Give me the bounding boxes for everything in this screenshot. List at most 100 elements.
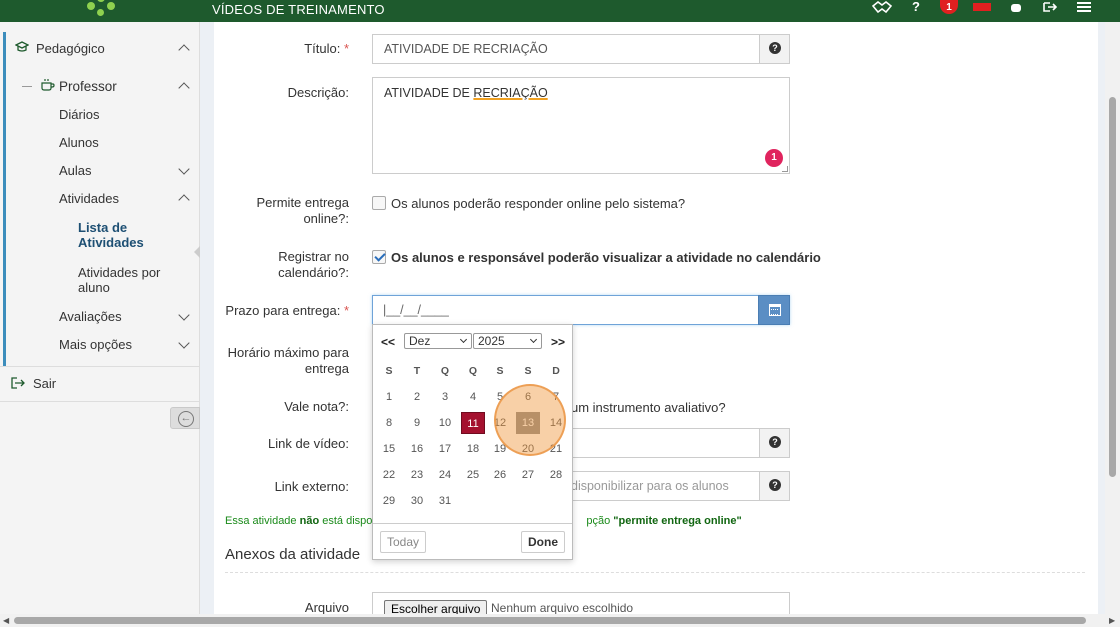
today-button[interactable]: Today bbox=[380, 531, 427, 553]
calendar-day[interactable]: 28 bbox=[544, 464, 568, 486]
month-select[interactable]: Dez bbox=[404, 333, 472, 349]
calendar-day[interactable]: 2 bbox=[405, 386, 429, 408]
chevron-down-icon bbox=[459, 335, 468, 344]
sidebar-item-lista-atividades[interactable]: Lista de Atividades bbox=[78, 220, 168, 250]
calendar-day[interactable]: 29 bbox=[377, 490, 401, 512]
question-circle-icon: ? bbox=[769, 436, 781, 448]
calendar-button[interactable] bbox=[758, 295, 790, 325]
calendar-day[interactable]: 18 bbox=[461, 438, 485, 460]
titulo-input[interactable]: ATIVIDADE DE RECRIAÇÃO ? bbox=[372, 34, 790, 64]
scroll-right-icon[interactable]: ▶ bbox=[1109, 616, 1115, 625]
entrega-online-label: Permite entrega online?: bbox=[256, 195, 350, 226]
calendario-checkbox[interactable] bbox=[372, 250, 386, 264]
entrega-online-text: Os alunos poderão responder online pelo … bbox=[391, 196, 686, 211]
prazo-label: Prazo para entrega: * bbox=[225, 303, 349, 318]
resize-grip-icon[interactable] bbox=[782, 166, 788, 172]
calendar-day[interactable]: 24 bbox=[433, 464, 457, 486]
top-bar: VÍDEOS DE TREINAMENTO ? 1 bbox=[0, 0, 1120, 22]
section-divider bbox=[225, 572, 1085, 573]
app-logo-icon[interactable] bbox=[84, 0, 118, 20]
weekday-header: Q bbox=[468, 365, 478, 377]
chevron-down-icon[interactable] bbox=[178, 337, 190, 349]
active-caret-icon bbox=[194, 246, 200, 258]
sidebar-item-atividades-por-aluno[interactable]: Atividades por aluno bbox=[78, 265, 178, 295]
chevron-down-icon bbox=[529, 335, 538, 344]
calendar-day[interactable]: 26 bbox=[488, 464, 512, 486]
notification-badge[interactable]: 1 bbox=[940, 0, 958, 14]
sidebar-item-mais-opcoes[interactable]: Mais opções bbox=[59, 337, 132, 352]
video-label: Link de vídeo: bbox=[268, 436, 349, 451]
video-help-button[interactable]: ? bbox=[759, 428, 790, 458]
sidebar-item-atividades[interactable]: Atividades bbox=[59, 191, 119, 206]
calendar-day[interactable]: 4 bbox=[461, 386, 485, 408]
calendar-day[interactable]: 22 bbox=[377, 464, 401, 486]
question-icon[interactable]: ? bbox=[906, 0, 926, 14]
calendario-text: Os alunos e responsável poderão visualiz… bbox=[391, 250, 821, 265]
weekday-header: S bbox=[385, 365, 393, 377]
calendar-day[interactable]: 30 bbox=[405, 490, 429, 512]
question-circle-icon: ? bbox=[769, 479, 781, 491]
calendar-day[interactable]: 23 bbox=[405, 464, 429, 486]
page-title[interactable]: VÍDEOS DE TREINAMENTO bbox=[212, 2, 385, 17]
calendario-label: Registrar no calendário?: bbox=[278, 249, 349, 280]
titulo-label: Título: * bbox=[304, 41, 349, 56]
sidebar: Pedagógico Professor Diários Alunos Aula… bbox=[0, 22, 200, 627]
chevron-down-icon[interactable] bbox=[178, 309, 190, 321]
descricao-label: Descrição: bbox=[287, 85, 349, 100]
anexos-title: Anexos da atividade bbox=[225, 546, 361, 563]
descricao-textarea[interactable]: ATIVIDADE DE RECRIAÇÃO 1 bbox=[372, 77, 790, 174]
titulo-help-button[interactable]: ? bbox=[759, 34, 790, 64]
calendar-day[interactable]: 31 bbox=[433, 490, 457, 512]
datepicker-next-button[interactable]: >> bbox=[551, 335, 565, 349]
chevron-down-icon[interactable] bbox=[178, 163, 190, 175]
sidebar-item-professor[interactable]: Professor bbox=[59, 79, 117, 94]
sidebar-item-alunos[interactable]: Alunos bbox=[59, 135, 99, 150]
calendar-day[interactable]: 3 bbox=[433, 386, 457, 408]
calendar-day[interactable]: 1 bbox=[377, 386, 401, 408]
file-status: Nenhum arquivo escolhido bbox=[491, 601, 634, 615]
arrow-left-icon: ← bbox=[178, 411, 194, 427]
sidebar-item-pedagogico[interactable]: Pedagógico bbox=[36, 41, 105, 56]
chevron-up-icon[interactable] bbox=[178, 44, 190, 56]
calendar-day[interactable]: 27 bbox=[516, 464, 540, 486]
sidebar-item-avaliacoes[interactable]: Avaliações bbox=[59, 309, 122, 324]
weekday-header: Q bbox=[440, 365, 450, 377]
chevron-up-icon[interactable] bbox=[178, 194, 190, 206]
weekday-header: S bbox=[496, 365, 504, 377]
calendar-day[interactable]: 11 bbox=[461, 412, 485, 434]
user-icon[interactable] bbox=[1006, 0, 1026, 14]
horario-label: Horário máximo para entrega bbox=[227, 345, 349, 376]
horizontal-scroll-thumb[interactable] bbox=[14, 617, 1086, 624]
logout-icon bbox=[11, 377, 25, 392]
prazo-date-input[interactable]: |__/__/____ bbox=[372, 295, 790, 325]
vertical-scroll-thumb[interactable] bbox=[1109, 97, 1116, 477]
calendar-day[interactable]: 10 bbox=[433, 412, 457, 434]
chevron-up-icon[interactable] bbox=[178, 82, 190, 94]
calendar-day[interactable]: 8 bbox=[377, 412, 401, 434]
externo-help-button[interactable]: ? bbox=[759, 471, 790, 501]
handshake-icon[interactable] bbox=[872, 0, 892, 14]
sidebar-item-sair[interactable]: Sair bbox=[33, 376, 56, 391]
calendar-day[interactable]: 9 bbox=[405, 412, 429, 434]
sidebar-divider bbox=[0, 366, 200, 367]
externo-label: Link externo: bbox=[274, 479, 349, 494]
horizontal-scrollbar[interactable]: ◀ ▶ bbox=[0, 614, 1120, 627]
mail-icon[interactable] bbox=[972, 0, 992, 14]
menu-icon[interactable] bbox=[1074, 0, 1094, 14]
sidebar-collapse-button[interactable]: ← bbox=[170, 407, 200, 429]
year-select[interactable]: 2025 bbox=[473, 333, 542, 349]
sidebar-item-aulas[interactable]: Aulas bbox=[59, 163, 92, 178]
sidebar-accent bbox=[3, 32, 6, 366]
entrega-online-checkbox[interactable] bbox=[372, 196, 386, 210]
calendar-day[interactable]: 25 bbox=[461, 464, 485, 486]
vertical-scrollbar[interactable] bbox=[1105, 22, 1120, 614]
logout-icon[interactable] bbox=[1040, 0, 1060, 14]
calendar-day[interactable]: 16 bbox=[405, 438, 429, 460]
sidebar-item-diarios[interactable]: Diários bbox=[59, 107, 99, 122]
scroll-left-icon[interactable]: ◀ bbox=[3, 616, 9, 625]
done-button[interactable]: Done bbox=[521, 531, 565, 553]
calendar-day[interactable]: 17 bbox=[433, 438, 457, 460]
calendar-day[interactable]: 15 bbox=[377, 438, 401, 460]
error-count-badge[interactable]: 1 bbox=[765, 149, 783, 167]
datepicker-prev-button[interactable]: << bbox=[381, 335, 395, 349]
